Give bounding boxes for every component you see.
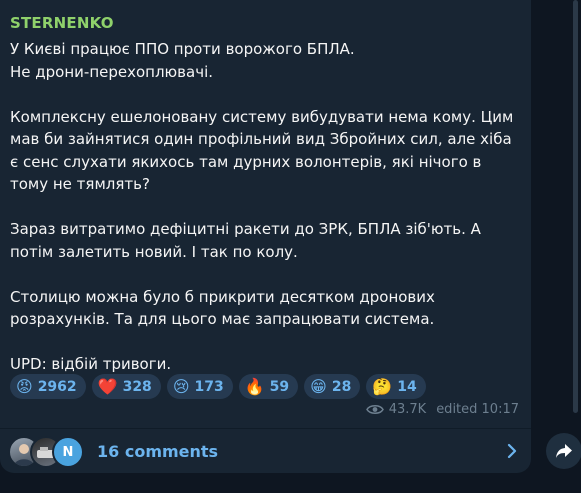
reaction-thinking[interactable]: 🤔 14 xyxy=(366,374,426,399)
paragraph-3: Зараз витратимо дефіцитні ракети до ЗРК,… xyxy=(10,220,481,261)
angry-face-icon: 😡 xyxy=(16,376,33,396)
commenter-avatars: N xyxy=(8,436,90,468)
paragraph-5: UPD: відбій тривоги. xyxy=(10,355,172,373)
message-bubble: STERNENKO У Києві працює ППО проти ворож… xyxy=(0,0,531,473)
paragraph-2: Комплексну ешелоновану систему вибудуват… xyxy=(10,107,514,194)
reaction-grin[interactable]: 😁 28 xyxy=(304,374,361,399)
comments-button[interactable]: N 16 comments xyxy=(0,429,531,473)
paragraph-1: У Києві працює ППО проти ворожого БПЛА. … xyxy=(10,40,355,81)
reaction-fire[interactable]: 🔥 59 xyxy=(238,374,299,399)
heart-icon: ❤️ xyxy=(97,376,118,396)
reaction-count: 2962 xyxy=(37,378,77,395)
reactions-bar: 😡 2962 ❤️ 328 😢 173 🔥 59 😁 28 🤔 14 xyxy=(10,374,426,399)
avatar: N xyxy=(52,436,84,468)
reaction-count: 14 xyxy=(397,378,417,395)
reaction-count: 173 xyxy=(194,378,224,395)
share-button[interactable] xyxy=(546,433,581,469)
reaction-heart[interactable]: ❤️ 328 xyxy=(91,374,161,399)
scrollbar[interactable] xyxy=(573,0,578,413)
fire-icon: 🔥 xyxy=(244,376,265,396)
edited-timestamp: edited 10:17 xyxy=(436,402,519,417)
share-icon xyxy=(556,444,572,458)
message-text: У Києві працює ППО проти ворожого БПЛА. … xyxy=(10,38,522,376)
reaction-angry[interactable]: 😡 2962 xyxy=(10,374,86,399)
paragraph-4: Столицю можна було б прикрити десятком д… xyxy=(10,287,435,329)
reaction-count: 59 xyxy=(269,378,290,395)
channel-name[interactable]: STERNENKO xyxy=(10,14,114,32)
reaction-count: 28 xyxy=(331,378,352,395)
views-count: 43.7K xyxy=(388,402,427,417)
thinking-face-icon: 🤔 xyxy=(372,376,393,396)
message-meta: 43.7K edited 10:17 xyxy=(365,402,519,417)
reaction-count: 328 xyxy=(122,378,152,395)
chevron-right-icon xyxy=(507,443,517,459)
crying-face-icon: 😢 xyxy=(172,376,190,396)
grinning-face-icon: 😁 xyxy=(310,376,327,396)
eye-icon xyxy=(365,405,384,414)
reaction-crying[interactable]: 😢 173 xyxy=(166,374,233,399)
comments-count-label: 16 comments xyxy=(97,441,219,461)
